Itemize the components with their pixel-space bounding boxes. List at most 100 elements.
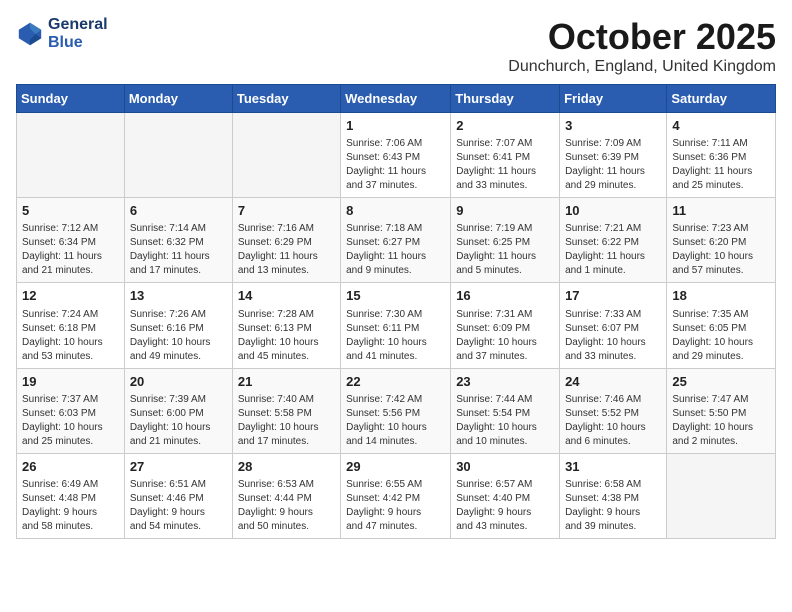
day-number: 3 [565, 117, 661, 135]
day-info-line: Daylight: 10 hours [238, 336, 335, 350]
day-info-line: Sunset: 6:22 PM [565, 236, 661, 250]
day-number: 22 [346, 373, 445, 391]
calendar-cell: 9Sunrise: 7:19 AMSunset: 6:25 PMDaylight… [451, 198, 560, 283]
day-info-line: Sunrise: 7:06 AM [346, 137, 445, 151]
day-number: 19 [22, 373, 119, 391]
calendar-week-3: 12Sunrise: 7:24 AMSunset: 6:18 PMDayligh… [17, 283, 776, 368]
day-number: 6 [130, 202, 227, 220]
calendar-cell: 16Sunrise: 7:31 AMSunset: 6:09 PMDayligh… [451, 283, 560, 368]
calendar-cell: 29Sunrise: 6:55 AMSunset: 4:42 PMDayligh… [341, 453, 451, 538]
calendar-cell: 6Sunrise: 7:14 AMSunset: 6:32 PMDaylight… [124, 198, 232, 283]
day-info-line: Daylight: 9 hours [565, 506, 661, 520]
day-info-line: and 2 minutes. [672, 435, 770, 449]
calendar-cell: 23Sunrise: 7:44 AMSunset: 5:54 PMDayligh… [451, 368, 560, 453]
day-info-line: Sunset: 5:52 PM [565, 407, 661, 421]
day-info-line: Daylight: 9 hours [456, 506, 554, 520]
day-info-line: and 13 minutes. [238, 264, 335, 278]
day-info-line: Daylight: 10 hours [456, 336, 554, 350]
day-info-line: Daylight: 10 hours [672, 250, 770, 264]
day-info-line: Sunset: 5:50 PM [672, 407, 770, 421]
day-number: 24 [565, 373, 661, 391]
calendar-cell: 1Sunrise: 7:06 AMSunset: 6:43 PMDaylight… [341, 113, 451, 198]
day-info-line: Sunrise: 7:33 AM [565, 308, 661, 322]
day-info-line: Sunset: 4:42 PM [346, 492, 445, 506]
day-info-line: and 33 minutes. [456, 179, 554, 193]
day-number: 23 [456, 373, 554, 391]
day-info-line: and 58 minutes. [22, 520, 119, 534]
calendar-cell: 31Sunrise: 6:58 AMSunset: 4:38 PMDayligh… [560, 453, 667, 538]
day-info-line: and 45 minutes. [238, 350, 335, 364]
day-number: 28 [238, 458, 335, 476]
day-info-line: Sunset: 4:46 PM [130, 492, 227, 506]
day-info-line: and 29 minutes. [565, 179, 661, 193]
day-number: 5 [22, 202, 119, 220]
day-info-line: Sunset: 6:25 PM [456, 236, 554, 250]
day-number: 10 [565, 202, 661, 220]
day-info-line: Sunrise: 7:18 AM [346, 222, 445, 236]
day-info-line: Sunrise: 7:46 AM [565, 393, 661, 407]
day-info-line: Sunset: 6:34 PM [22, 236, 119, 250]
calendar-cell: 17Sunrise: 7:33 AMSunset: 6:07 PMDayligh… [560, 283, 667, 368]
day-header-saturday: Saturday [667, 85, 776, 113]
calendar-cell [232, 113, 340, 198]
day-number: 25 [672, 373, 770, 391]
day-info-line: Sunset: 6:07 PM [565, 322, 661, 336]
day-number: 1 [346, 117, 445, 135]
day-info-line: Daylight: 11 hours [565, 165, 661, 179]
day-info-line: Daylight: 10 hours [130, 421, 227, 435]
header-row: SundayMondayTuesdayWednesdayThursdayFrid… [17, 85, 776, 113]
day-info-line: Daylight: 9 hours [346, 506, 445, 520]
day-number: 9 [456, 202, 554, 220]
day-info-line: and 54 minutes. [130, 520, 227, 534]
day-number: 17 [565, 287, 661, 305]
day-header-sunday: Sunday [17, 85, 125, 113]
day-info-line: Sunrise: 7:21 AM [565, 222, 661, 236]
day-info-line: Sunrise: 7:23 AM [672, 222, 770, 236]
day-info-line: and 53 minutes. [22, 350, 119, 364]
day-info-line: Sunset: 6:11 PM [346, 322, 445, 336]
day-info-line: and 41 minutes. [346, 350, 445, 364]
day-info-line: Sunset: 5:58 PM [238, 407, 335, 421]
calendar-cell: 20Sunrise: 7:39 AMSunset: 6:00 PMDayligh… [124, 368, 232, 453]
day-info-line: Sunrise: 7:11 AM [672, 137, 770, 151]
day-info-line: Daylight: 11 hours [456, 250, 554, 264]
calendar-cell: 13Sunrise: 7:26 AMSunset: 6:16 PMDayligh… [124, 283, 232, 368]
day-info-line: and 10 minutes. [456, 435, 554, 449]
calendar-week-2: 5Sunrise: 7:12 AMSunset: 6:34 PMDaylight… [17, 198, 776, 283]
calendar-cell: 22Sunrise: 7:42 AMSunset: 5:56 PMDayligh… [341, 368, 451, 453]
day-number: 16 [456, 287, 554, 305]
logo-icon [16, 20, 44, 48]
calendar-cell: 30Sunrise: 6:57 AMSunset: 4:40 PMDayligh… [451, 453, 560, 538]
day-info-line: Sunset: 6:43 PM [346, 151, 445, 165]
day-info-line: Sunset: 4:48 PM [22, 492, 119, 506]
day-info-line: Sunrise: 7:40 AM [238, 393, 335, 407]
day-info-line: Daylight: 10 hours [672, 421, 770, 435]
day-info-line: and 5 minutes. [456, 264, 554, 278]
day-info-line: Daylight: 10 hours [22, 421, 119, 435]
day-info-line: Daylight: 11 hours [130, 250, 227, 264]
day-info-line: and 49 minutes. [130, 350, 227, 364]
day-info-line: Sunset: 5:56 PM [346, 407, 445, 421]
day-info-line: Daylight: 10 hours [346, 421, 445, 435]
day-info-line: Sunrise: 7:28 AM [238, 308, 335, 322]
day-info-line: Sunrise: 7:35 AM [672, 308, 770, 322]
day-info-line: Sunset: 6:39 PM [565, 151, 661, 165]
day-number: 13 [130, 287, 227, 305]
day-info-line: Sunset: 4:44 PM [238, 492, 335, 506]
day-info-line: Sunrise: 7:09 AM [565, 137, 661, 151]
day-info-line: Sunrise: 7:39 AM [130, 393, 227, 407]
day-info-line: and 37 minutes. [346, 179, 445, 193]
day-info-line: Sunrise: 7:16 AM [238, 222, 335, 236]
day-info-line: Sunrise: 6:49 AM [22, 478, 119, 492]
day-info-line: and 17 minutes. [130, 264, 227, 278]
page-header: General Blue October 2025 Dunchurch, Eng… [16, 16, 776, 76]
day-header-thursday: Thursday [451, 85, 560, 113]
day-info-line: and 9 minutes. [346, 264, 445, 278]
day-info-line: and 25 minutes. [672, 179, 770, 193]
day-header-monday: Monday [124, 85, 232, 113]
day-info-line: and 14 minutes. [346, 435, 445, 449]
day-number: 31 [565, 458, 661, 476]
day-info-line: Sunset: 6:09 PM [456, 322, 554, 336]
calendar-table: SundayMondayTuesdayWednesdayThursdayFrid… [16, 84, 776, 539]
logo: General Blue [16, 16, 108, 52]
